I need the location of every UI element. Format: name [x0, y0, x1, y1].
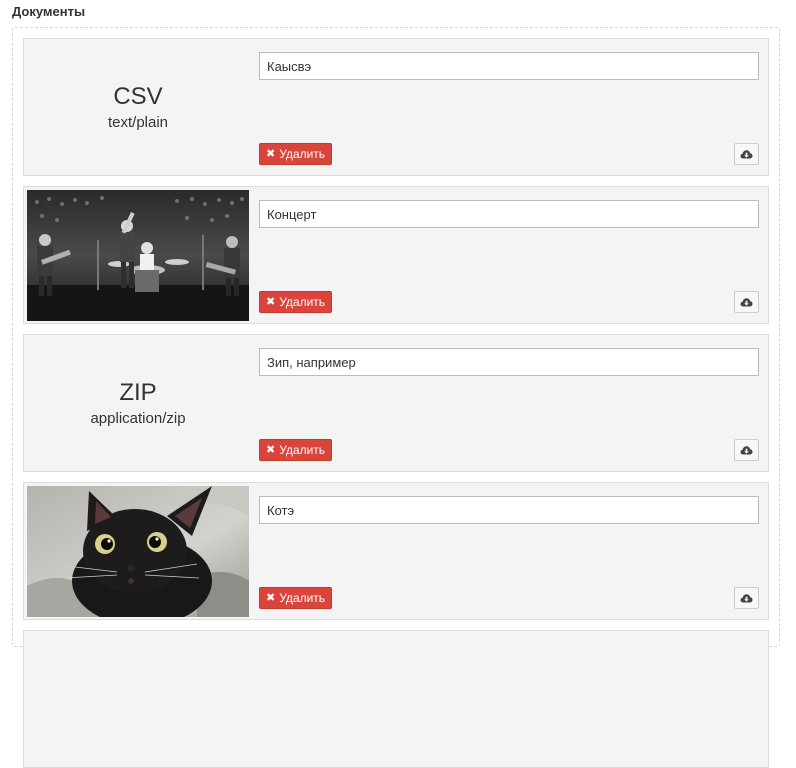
- cloud-download-icon: [740, 445, 753, 454]
- close-icon: ✖: [266, 148, 276, 160]
- image-preview: [27, 190, 249, 321]
- close-icon: ✖: [266, 444, 276, 456]
- download-button[interactable]: [734, 587, 759, 609]
- close-icon: ✖: [266, 296, 276, 308]
- file-extension: ZIP: [119, 378, 157, 406]
- file-type-preview: ZIP application/zip: [27, 338, 249, 469]
- document-card: ZIP application/zip ✖ Удалить: [23, 334, 769, 472]
- file-type-preview: CSV text/plain: [27, 42, 249, 173]
- document-card: ✖ Удалить: [23, 482, 769, 620]
- delete-label: Удалить: [279, 295, 326, 309]
- file-extension: CSV: [113, 82, 163, 110]
- mime-type: application/zip: [90, 409, 186, 427]
- document-title-input[interactable]: [259, 52, 759, 80]
- document-title-input[interactable]: [259, 348, 759, 376]
- mime-type: text/plain: [107, 113, 169, 131]
- document-title-input[interactable]: [259, 496, 759, 524]
- download-button[interactable]: [734, 439, 759, 461]
- section-title: Документы: [12, 4, 86, 19]
- concert-photo: [27, 190, 249, 321]
- delete-button[interactable]: ✖ Удалить: [259, 439, 333, 461]
- cloud-download-icon: [740, 297, 753, 306]
- document-card: [23, 630, 769, 768]
- image-preview: [27, 486, 249, 617]
- cloud-download-icon: [740, 593, 753, 602]
- cloud-download-icon: [740, 149, 753, 158]
- delete-button[interactable]: ✖ Удалить: [259, 143, 333, 165]
- document-title-input[interactable]: [259, 200, 759, 228]
- delete-label: Удалить: [279, 591, 326, 605]
- download-button[interactable]: [734, 143, 759, 165]
- delete-label: Удалить: [279, 147, 326, 161]
- delete-button[interactable]: ✖ Удалить: [259, 587, 333, 609]
- download-button[interactable]: [734, 291, 759, 313]
- delete-label: Удалить: [279, 443, 326, 457]
- delete-button[interactable]: ✖ Удалить: [259, 291, 333, 313]
- close-icon: ✖: [266, 592, 276, 604]
- document-card: CSV text/plain ✖ Удалить: [23, 38, 769, 176]
- black-cat-photo: [27, 486, 249, 617]
- document-card: ✖ Удалить: [23, 186, 769, 324]
